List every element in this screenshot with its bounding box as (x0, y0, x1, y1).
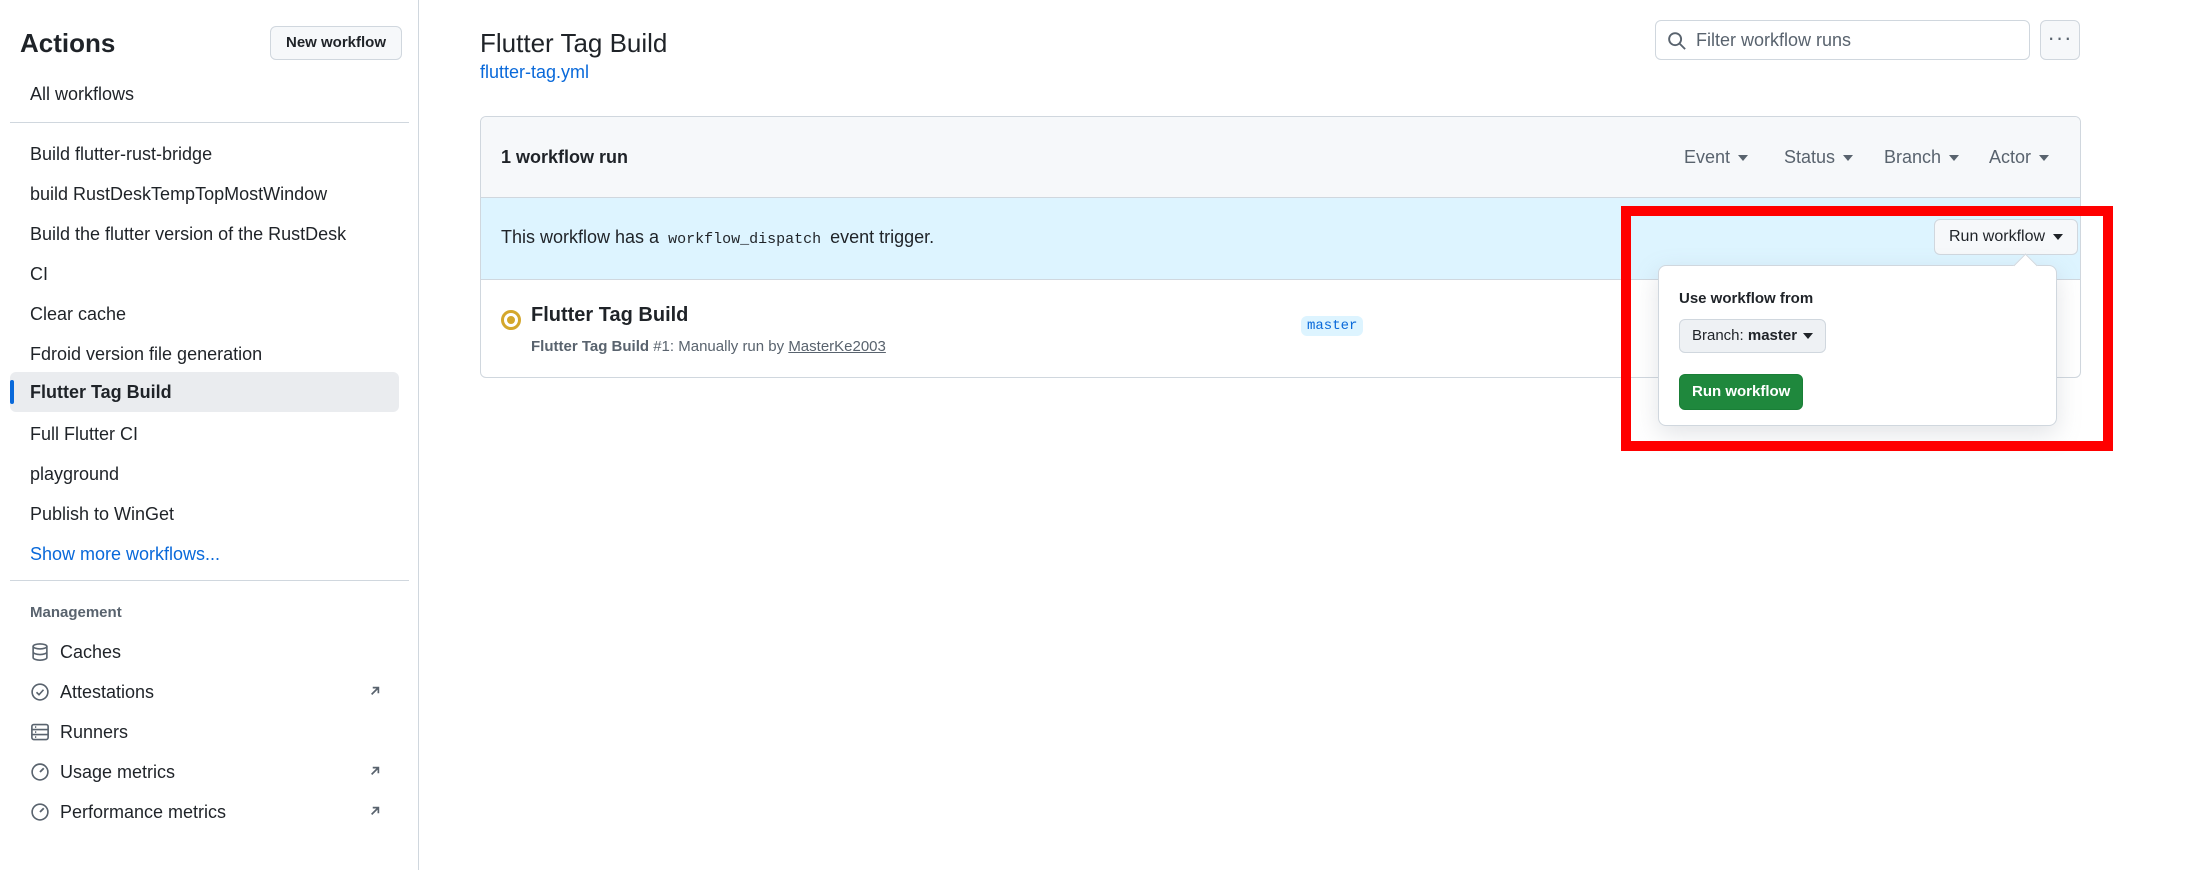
more-options-button[interactable]: ··· (2040, 20, 2080, 60)
sidebar-item-usage-metrics[interactable]: Usage metrics (10, 752, 399, 792)
sidebar-item-workflow[interactable]: Fdroid version file generation (10, 334, 399, 374)
chevron-down-icon (1949, 155, 1960, 162)
chevron-down-icon (1843, 155, 1854, 162)
meter-icon (31, 803, 49, 821)
sidebar-item-label: Runners (60, 722, 129, 742)
sidebar-item-workflow[interactable]: build RustDeskTempTopMostWindow (10, 174, 399, 214)
new-workflow-button[interactable]: New workflow (270, 26, 403, 60)
status-filter-dropdown[interactable]: Status (1784, 147, 1854, 168)
sidebar-item-workflow-active[interactable]: Flutter Tag Build (10, 372, 399, 412)
sidebar-item-label: Attestations (60, 682, 155, 702)
external-link-icon (371, 766, 380, 775)
event-filter-dropdown[interactable]: Event (1684, 147, 1749, 168)
search-icon (1668, 32, 1686, 50)
verified-icon (31, 683, 49, 701)
external-link-icon (371, 806, 380, 815)
sidebar-divider (10, 122, 409, 123)
runs-header: 1 workflow run Event Status Branch Actor (481, 117, 2080, 198)
server-icon (31, 723, 49, 741)
filter-placeholder: Filter workflow runs (1696, 30, 1852, 50)
sidebar-item-workflow[interactable]: playground (10, 454, 399, 494)
sidebar-item-workflow[interactable]: Clear cache (10, 294, 399, 334)
database-icon (32, 643, 48, 661)
sidebar-item-caches[interactable]: Caches (10, 632, 399, 672)
meter-icon (31, 763, 49, 781)
workflow-file-link[interactable]: flutter-tag.yml (480, 62, 589, 83)
sidebar-item-runners[interactable]: Runners (10, 712, 399, 752)
runs-count: 1 workflow run (501, 147, 629, 167)
sidebar-item-label: Performance metrics (60, 802, 227, 822)
management-heading: Management (30, 604, 122, 621)
run-meta: Flutter Tag Build #1: Manually run by Ma… (531, 338, 886, 355)
external-link-icon (371, 686, 380, 695)
chevron-down-icon (1738, 155, 1749, 162)
sidebar-item-workflow[interactable]: Build flutter-rust-bridge (10, 134, 399, 174)
dispatch-code: workflow_dispatch (668, 231, 822, 248)
sidebar-item-label: Caches (60, 642, 122, 662)
sidebar-item-performance-metrics[interactable]: Performance metrics (10, 792, 399, 832)
branch-tag[interactable]: master (1301, 316, 1364, 336)
sidebar-item-workflow[interactable]: Full Flutter CI (10, 414, 399, 454)
actor-filter-dropdown[interactable]: Actor (1989, 147, 2050, 168)
sidebar-item-workflow[interactable]: CI (10, 254, 399, 294)
queued-status-icon (501, 310, 521, 330)
sidebar-item-workflow[interactable]: Publish to WinGet (10, 494, 399, 534)
sidebar-divider (10, 580, 409, 581)
branch-filter-dropdown[interactable]: Branch (1884, 147, 1960, 168)
run-title[interactable]: Flutter Tag Build (531, 304, 688, 327)
page-title: Flutter Tag Build (480, 28, 668, 58)
show-more-workflows-link[interactable]: Show more workflows... (10, 534, 399, 574)
sidebar-item-attestations[interactable]: Attestations (10, 672, 399, 712)
sidebar: Actions New workflow All workflows Build… (0, 0, 419, 870)
sidebar-item-workflow[interactable]: Build the flutter version of the RustDes… (10, 214, 399, 254)
sidebar-item-all-workflows[interactable]: All workflows (10, 74, 399, 114)
sidebar-title: Actions (20, 28, 116, 58)
sidebar-item-label: Usage metrics (60, 762, 176, 782)
actor-link[interactable]: MasterKe2003 (788, 338, 886, 355)
filter-workflow-runs-input[interactable]: Filter workflow runs (1655, 20, 2030, 60)
dispatch-text: This workflow has a workflow_dispatch ev… (501, 227, 935, 248)
chevron-down-icon (2039, 155, 2050, 162)
highlight-box (1621, 206, 2113, 451)
